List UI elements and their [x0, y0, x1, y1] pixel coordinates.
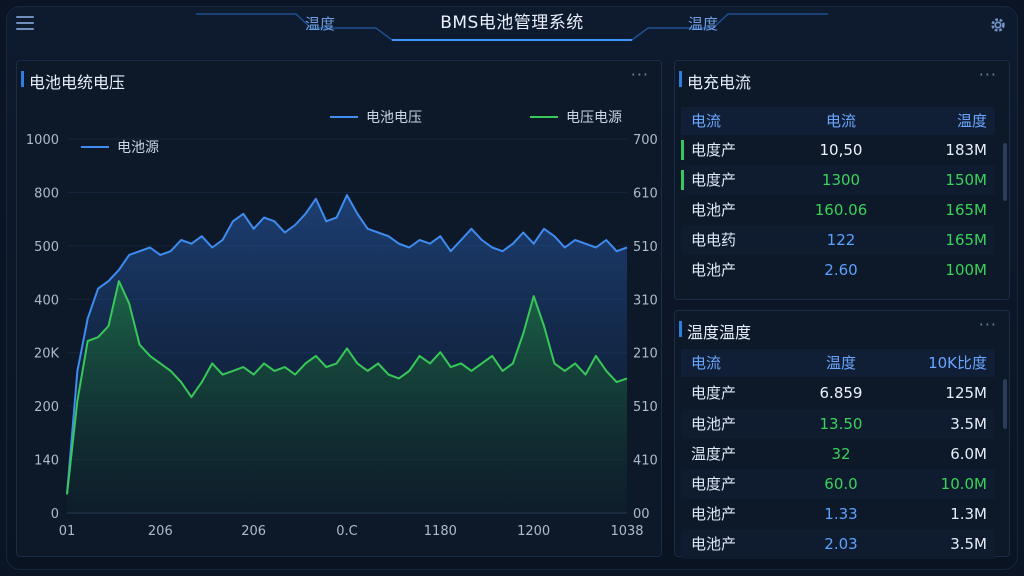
table1: 电流 电流 温度 电度产 10,50 183M 电度产 1300 150M 电池…	[681, 107, 995, 285]
x-tick-label: 0.C	[336, 524, 357, 539]
x-tick-label: 1200	[517, 524, 550, 539]
table1-header: 电流 电流 温度	[681, 107, 995, 135]
table2-cell: 3.5M	[950, 415, 987, 433]
table-row[interactable]: 电池产 2.03 3.5M	[681, 529, 995, 559]
legend-label: 电池电压	[366, 110, 422, 126]
table2-cell: 2.03	[824, 535, 858, 553]
table2-cell: 电度产	[691, 384, 737, 402]
table1-cell: 100M	[945, 261, 987, 279]
row-marker	[681, 170, 684, 190]
y-tick-label-left: 200	[34, 400, 59, 415]
table2: 电流 温度 10K比度 电度产 6.859 125M 电池产 13.50 3.5…	[681, 349, 995, 559]
table1-cell: 165M	[945, 231, 987, 249]
legend-label: 电池源	[117, 140, 159, 156]
table2-cell: 温度产	[691, 445, 737, 463]
x-tick-label: 01	[59, 524, 76, 539]
page-title: BMS电池管理系统	[440, 13, 584, 33]
table1-more-button[interactable]: ···	[979, 65, 997, 84]
table1-header-col2: 电流	[825, 112, 856, 130]
table1-cell: 电度产	[691, 171, 737, 189]
table2-cell: 1.3M	[950, 505, 987, 523]
table-row[interactable]: 电池产 13.50 3.5M	[681, 409, 995, 439]
table-row[interactable]: 电池产 160.06 165M	[681, 195, 995, 225]
y-tick-label-right: 510	[633, 240, 658, 255]
x-tick-label: 1180	[424, 524, 457, 539]
x-tick-label: 1038	[610, 524, 643, 539]
table1-cell: 165M	[945, 201, 987, 219]
table-row[interactable]: 电度产 10,50 183M	[681, 135, 995, 165]
voltage-chart: 1000 800 500 400 20K 200 140 0 700 610 510 310 210 51…	[26, 110, 658, 539]
chart-panel: 电池电统电压 ··· 1000 800 500 400 20K 200 140 0 700 610…	[16, 60, 662, 557]
table2-cell: 6.0M	[950, 445, 987, 463]
table2-cell: 13.50	[819, 415, 863, 433]
table1-cell: 10,50	[819, 141, 863, 159]
table1-cell: 电池产	[691, 201, 737, 219]
table2-header-col3: 10K比度	[928, 354, 987, 372]
table-row[interactable]: 电池产 2.60 100M	[681, 255, 995, 285]
table1-cell: 160.06	[814, 201, 868, 219]
table2-cell: 6.859	[819, 384, 863, 402]
table2-cell: 10.0M	[940, 475, 987, 493]
table2-cell: 电池产	[691, 535, 737, 553]
y-tick-label-left: 500	[34, 240, 59, 255]
y-tick-label-right: 00	[633, 507, 650, 522]
y-tick-label-left: 1000	[26, 133, 59, 148]
table2-cell: 125M	[945, 384, 987, 402]
table1-header-col1: 电流	[691, 112, 722, 130]
table1-header-col3: 温度	[956, 112, 987, 130]
table2-cell: 3.5M	[950, 535, 987, 553]
table-row[interactable]: 温度产 32 6.0M	[681, 439, 995, 469]
tab-left[interactable]: 温度	[265, 12, 375, 36]
x-tick-label: 206	[148, 524, 173, 539]
table2-cell: 电池产	[691, 505, 737, 523]
table2-cell: 电度产	[691, 475, 737, 493]
table2-header-col2: 温度	[825, 354, 856, 372]
temperature-panel: 温度温度 ··· 电流 温度 10K比度 电度产 6.859 125M 电池产 …	[674, 310, 1010, 559]
table1-cell: 电电药	[691, 231, 737, 249]
table1-cell: 电度产	[691, 141, 737, 159]
x-tick-label: 206	[241, 524, 266, 539]
table2-cell: 32	[831, 445, 851, 463]
table2-cell: 60.0	[824, 475, 858, 493]
tab-right[interactable]: 温度	[648, 12, 758, 36]
charge-current-panel: 电充电流 ··· 电流 电流 温度 电度产 10,50 183M 电度产 130…	[674, 60, 1010, 300]
y-tick-label-left: 400	[34, 293, 59, 308]
table2-cell: 电池产	[691, 415, 737, 433]
y-tick-label-left: 0	[51, 507, 59, 522]
table1-cell: 183M	[945, 141, 987, 159]
header-bar: 温度 BMS电池管理系统 温度	[0, 0, 1024, 48]
table1-cell: 2.60	[824, 261, 858, 279]
y-tick-label-right: 410	[633, 454, 658, 469]
legend-label: 电压电源	[566, 110, 622, 126]
table1-cell: 122	[826, 231, 856, 249]
table-row[interactable]: 电度产 60.0 10.0M	[681, 469, 995, 499]
table1-title: 电充电流	[678, 69, 751, 93]
table-row[interactable]: 电度产 1300 150M	[681, 165, 995, 195]
y-tick-label-right: 510	[633, 400, 658, 415]
table-row[interactable]: 电池产 1.33 1.3M	[681, 499, 995, 529]
table2-header-col1: 电流	[691, 354, 722, 372]
gear-icon[interactable]	[989, 16, 1007, 34]
y-tick-label-left: 800	[34, 186, 59, 201]
table1-scrollbar[interactable]	[1003, 143, 1007, 201]
table2-more-button[interactable]: ···	[979, 315, 997, 334]
table1-cell: 电池产	[691, 261, 737, 279]
table1-cell: 1300	[821, 171, 861, 189]
y-tick-label-left: 20K	[34, 347, 60, 362]
table2-cell: 1.33	[824, 505, 858, 523]
y-tick-label-right: 700	[633, 133, 658, 148]
table2-title: 温度温度	[678, 319, 751, 343]
y-tick-label-left: 140	[34, 454, 59, 469]
row-marker	[681, 140, 684, 160]
table2-header: 电流 温度 10K比度	[681, 349, 995, 377]
table-row[interactable]: 电度产 6.859 125M	[681, 377, 995, 409]
table1-cell: 150M	[945, 171, 987, 189]
y-tick-label-right: 610	[633, 186, 658, 201]
table-row[interactable]: 电电药 122 165M	[681, 225, 995, 255]
y-tick-label-right: 310	[633, 293, 658, 308]
y-tick-label-right: 210	[633, 347, 658, 362]
menu-icon[interactable]	[16, 16, 34, 30]
table2-scrollbar[interactable]	[1003, 379, 1007, 429]
